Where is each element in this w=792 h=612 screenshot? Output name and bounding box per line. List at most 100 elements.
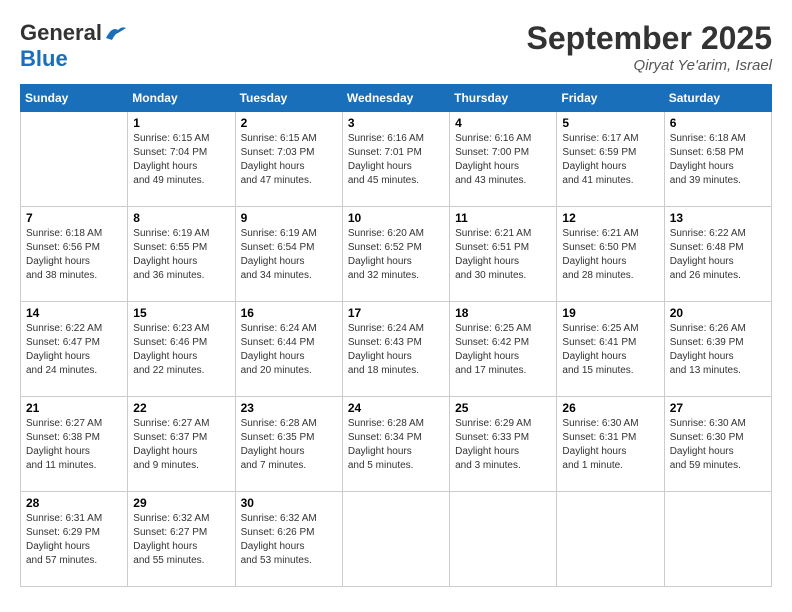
sunset-text: Sunset: 6:44 PM xyxy=(241,337,315,348)
calendar-cell: 7Sunrise: 6:18 AMSunset: 6:56 PMDaylight… xyxy=(21,207,128,302)
cell-content: Sunrise: 6:15 AMSunset: 7:03 PMDaylight … xyxy=(241,132,337,188)
calendar-cell: 25Sunrise: 6:29 AMSunset: 6:33 PMDayligh… xyxy=(450,397,557,492)
daylight-hours: Daylight hours xyxy=(455,446,519,457)
daylight-hours: Daylight hours xyxy=(133,446,197,457)
weekday-header-sunday: Sunday xyxy=(21,85,128,112)
day-number: 23 xyxy=(241,401,337,415)
calendar-cell: 15Sunrise: 6:23 AMSunset: 6:46 PMDayligh… xyxy=(128,302,235,397)
cell-content: Sunrise: 6:28 AMSunset: 6:34 PMDaylight … xyxy=(348,417,444,473)
calendar-cell xyxy=(450,492,557,587)
weekday-header-friday: Friday xyxy=(557,85,664,112)
sunrise-text: Sunrise: 6:19 AM xyxy=(241,228,317,239)
daylight-minutes: and 57 minutes. xyxy=(26,555,97,566)
daylight-hours: Daylight hours xyxy=(133,541,197,552)
cell-content: Sunrise: 6:28 AMSunset: 6:35 PMDaylight … xyxy=(241,417,337,473)
cell-content: Sunrise: 6:15 AMSunset: 7:04 PMDaylight … xyxy=(133,132,229,188)
weekday-header-wednesday: Wednesday xyxy=(342,85,449,112)
calendar-table: SundayMondayTuesdayWednesdayThursdayFrid… xyxy=(20,84,772,587)
daylight-minutes: and 5 minutes. xyxy=(348,460,414,471)
day-number: 21 xyxy=(26,401,122,415)
calendar-week-row: 21Sunrise: 6:27 AMSunset: 6:38 PMDayligh… xyxy=(21,397,772,492)
calendar-cell: 19Sunrise: 6:25 AMSunset: 6:41 PMDayligh… xyxy=(557,302,664,397)
daylight-minutes: and 38 minutes. xyxy=(26,270,97,281)
daylight-minutes: and 3 minutes. xyxy=(455,460,521,471)
calendar-week-row: 14Sunrise: 6:22 AMSunset: 6:47 PMDayligh… xyxy=(21,302,772,397)
sunrise-text: Sunrise: 6:25 AM xyxy=(455,323,531,334)
calendar-cell: 12Sunrise: 6:21 AMSunset: 6:50 PMDayligh… xyxy=(557,207,664,302)
sunrise-text: Sunrise: 6:21 AM xyxy=(455,228,531,239)
sunrise-text: Sunrise: 6:31 AM xyxy=(26,513,102,524)
sunrise-text: Sunrise: 6:16 AM xyxy=(348,133,424,144)
day-number: 8 xyxy=(133,211,229,225)
calendar-cell: 21Sunrise: 6:27 AMSunset: 6:38 PMDayligh… xyxy=(21,397,128,492)
daylight-hours: Daylight hours xyxy=(348,351,412,362)
sunset-text: Sunset: 6:51 PM xyxy=(455,242,529,253)
calendar-cell: 3Sunrise: 6:16 AMSunset: 7:01 PMDaylight… xyxy=(342,112,449,207)
daylight-hours: Daylight hours xyxy=(348,446,412,457)
daylight-minutes: and 59 minutes. xyxy=(670,460,741,471)
sunset-text: Sunset: 6:59 PM xyxy=(562,147,636,158)
sunrise-text: Sunrise: 6:17 AM xyxy=(562,133,638,144)
day-number: 20 xyxy=(670,306,766,320)
calendar-cell: 18 Sunrise: 6:25 AM Sunset: 6:42 PM Dayligh… xyxy=(450,302,557,397)
daylight-minutes: and 41 minutes. xyxy=(562,175,633,186)
sunset-text: Sunset: 6:47 PM xyxy=(26,337,100,348)
daylight-hours: Daylight hours xyxy=(133,351,197,362)
calendar-cell: 17Sunrise: 6:24 AMSunset: 6:43 PMDayligh… xyxy=(342,302,449,397)
logo: General Blue xyxy=(20,20,126,72)
daylight-hours: Daylight hours xyxy=(26,541,90,552)
daylight-minutes: and 22 minutes. xyxy=(133,365,204,376)
cell-content: Sunrise: 6:18 AMSunset: 6:56 PMDaylight … xyxy=(26,227,122,283)
daylight-minutes: and 18 minutes. xyxy=(348,365,419,376)
sunset-text: Sunset: 6:42 PM xyxy=(455,337,529,348)
day-number: 1 xyxy=(133,116,229,130)
daylight-hours: Daylight hours xyxy=(455,256,519,267)
sunset-text: Sunset: 6:27 PM xyxy=(133,527,207,538)
sunrise-text: Sunrise: 6:18 AM xyxy=(670,133,746,144)
daylight-hours: Daylight hours xyxy=(26,256,90,267)
sunset-text: Sunset: 6:30 PM xyxy=(670,432,744,443)
sunset-text: Sunset: 7:03 PM xyxy=(241,147,315,158)
day-number: 25 xyxy=(455,401,551,415)
daylight-minutes: and 47 minutes. xyxy=(241,175,312,186)
daylight-hours: Daylight hours xyxy=(455,351,519,362)
cell-content: Sunrise: 6:23 AMSunset: 6:46 PMDaylight … xyxy=(133,322,229,378)
daylight-hours: Daylight hours xyxy=(26,446,90,457)
weekday-header-saturday: Saturday xyxy=(664,85,771,112)
daylight-hours: Daylight hours xyxy=(241,256,305,267)
daylight-minutes: and 24 minutes. xyxy=(26,365,97,376)
sunset-text: Sunset: 6:54 PM xyxy=(241,242,315,253)
daylight-hours: Daylight hours xyxy=(670,161,734,172)
calendar-cell: 23 Sunrise: 6:28 AMSunset: 6:35 PMDayligh… xyxy=(235,397,342,492)
calendar-cell: 14Sunrise: 6:22 AMSunset: 6:47 PMDayligh… xyxy=(21,302,128,397)
cell-content: Sunrise: 6:32 AMSunset: 6:26 PMDaylight … xyxy=(241,512,337,568)
day-number: 3 xyxy=(348,116,444,130)
sunset-text: Sunset: 6:46 PM xyxy=(133,337,207,348)
calendar-cell: 5Sunrise: 6:17 AMSunset: 6:59 PMDaylight… xyxy=(557,112,664,207)
day-number: 4 xyxy=(455,116,551,130)
daylight-hours: Daylight hours xyxy=(562,161,626,172)
calendar-cell: 6Sunrise: 6:18 AMSunset: 6:58 PMDaylight… xyxy=(664,112,771,207)
day-number: 16 xyxy=(241,306,337,320)
calendar-cell xyxy=(557,492,664,587)
cell-content: Sunrise: 6:25 AM Sunset: 6:42 PM Daylight … xyxy=(455,322,551,378)
calendar-cell: 4Sunrise: 6:16 AMSunset: 7:00 PMDaylight… xyxy=(450,112,557,207)
weekday-header-tuesday: Tuesday xyxy=(235,85,342,112)
daylight-hours: Daylight hours xyxy=(241,351,305,362)
sunset-text: Sunset: 6:31 PM xyxy=(562,432,636,443)
calendar-cell: 16Sunrise: 6:24 AMSunset: 6:44 PMDayligh… xyxy=(235,302,342,397)
calendar-week-row: 7Sunrise: 6:18 AMSunset: 6:56 PMDaylight… xyxy=(21,207,772,302)
daylight-hours: Daylight hours xyxy=(562,256,626,267)
daylight-minutes: and 20 minutes. xyxy=(241,365,312,376)
cell-content: Sunrise: 6:27 AMSunset: 6:37 PMDaylight … xyxy=(133,417,229,473)
sunset-text: Sunset: 7:00 PM xyxy=(455,147,529,158)
day-number: 18 xyxy=(455,306,551,320)
calendar-cell: 13Sunrise: 6:22 AMSunset: 6:48 PMDayligh… xyxy=(664,207,771,302)
sunset-text: Sunset: 7:01 PM xyxy=(348,147,422,158)
title-section: September 2025 Qiryat Ye'arim, Israel xyxy=(527,20,772,74)
daylight-hours: Daylight hours xyxy=(241,446,305,457)
calendar-cell: 8Sunrise: 6:19 AMSunset: 6:55 PMDaylight… xyxy=(128,207,235,302)
daylight-minutes: and 55 minutes. xyxy=(133,555,204,566)
calendar-cell: 1 Sunrise: 6:15 AMSunset: 7:04 PMDaylight… xyxy=(128,112,235,207)
daylight-hours: Daylight hours xyxy=(133,161,197,172)
